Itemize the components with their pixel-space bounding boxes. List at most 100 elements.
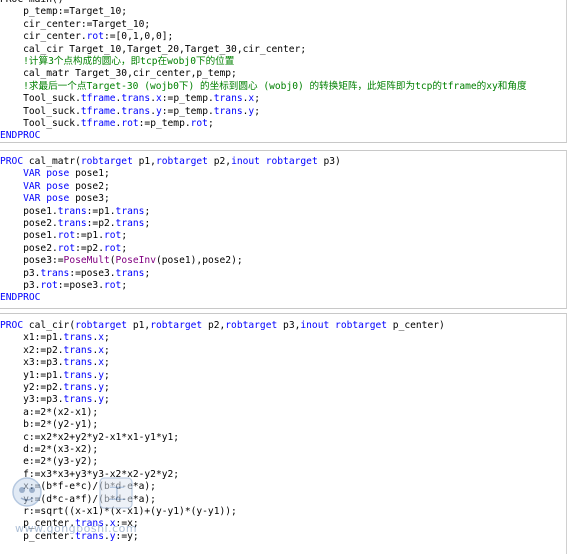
code-token: robtarget — [155, 156, 208, 167]
code-token: tframe — [80, 105, 116, 117]
code-token: pose2. — [0, 242, 58, 254]
code-token: rot — [121, 118, 139, 129]
code-line: VAR pose pose2; — [0, 181, 110, 193]
code-token: rot — [57, 230, 76, 242]
code-token: :=pose3. — [57, 280, 104, 291]
code-token: :=pose3. — [69, 267, 116, 279]
code-token: trans — [213, 105, 243, 117]
code-line: Tool_suck.tframe.trans.y:=p_temp.trans.y… — [0, 106, 260, 118]
code-token: VAR — [23, 180, 41, 192]
svg-text:工: 工 — [108, 484, 126, 505]
code-token: a:=2*(x2-x1); — [0, 406, 99, 418]
code-token: trans — [213, 93, 243, 105]
code-token: rot — [103, 280, 122, 291]
code-token: pose — [46, 193, 70, 205]
code-token: :=p2. — [75, 242, 104, 254]
code-token: :=p_temp. — [161, 93, 214, 105]
code-token: rot — [190, 118, 208, 129]
code-token: PROC — [0, 156, 24, 167]
code-token: inout — [300, 320, 330, 331]
code-token: cal_cir Target_10,Target_20,Target_30,ci… — [0, 43, 307, 55]
code-token: pose3:= — [0, 255, 64, 267]
code-line: VAR pose pose3; — [0, 193, 110, 205]
code-token: :=p1. — [75, 230, 104, 242]
code-token: Tool_suck. — [0, 118, 81, 129]
code-line: d:=2*(x3-x2); — [0, 444, 98, 456]
code-token: rot — [103, 242, 122, 254]
code-token: robtarget — [335, 320, 388, 331]
code-token: PoseMult — [63, 255, 110, 267]
code-token: p_center) — [387, 320, 445, 331]
code-token: trans — [63, 344, 93, 356]
code-line: pose1.rot:=p1.rot; — [0, 230, 127, 242]
code-token: cal_cir( — [23, 320, 76, 331]
code-line: PROC main() — [0, 0, 64, 6]
code-token: VAR — [23, 168, 41, 180]
code-line: cir_center.rot:=[0,1,0,0]; — [0, 31, 173, 43]
code-token: p3. — [0, 267, 41, 279]
code-token: ; — [104, 394, 110, 406]
code-token: ; — [121, 242, 128, 254]
code-token: cir_center. — [0, 31, 87, 43]
code-token: ; — [207, 118, 214, 129]
code-token: pose2. — [0, 218, 58, 229]
code-token: x3:=p3. — [0, 357, 64, 369]
code-line: x2:=p2.trans.x; — [0, 345, 110, 357]
code-token: trans — [63, 357, 93, 369]
code-line: p_temp:=Target_10; — [0, 6, 127, 18]
code-block-cal-matr: PROC cal_matr(robtarget p1,robtarget p2,… — [0, 150, 567, 309]
code-token: inout — [231, 156, 260, 167]
code-token: ; — [121, 280, 128, 291]
code-line: pose2.rot:=p2.rot; — [0, 243, 127, 255]
code-line: cir_center:=Target_10; — [0, 19, 150, 31]
code-token: p2, — [202, 320, 226, 331]
code-line: Tool_suck.tframe.rot:=p_temp.rot; — [0, 118, 214, 130]
code-token: robtarget — [80, 156, 133, 167]
watermark: 工 www.gongboshi.com — [5, 470, 195, 548]
code-token: robtarget — [75, 320, 128, 331]
code-token: x1:=p1. — [0, 332, 64, 344]
code-line: PROC cal_matr(robtarget p1,robtarget p2,… — [0, 156, 341, 168]
code-token: pose1. — [0, 205, 58, 217]
code-token: trans — [63, 369, 93, 381]
code-token: PROC main() — [0, 0, 64, 5]
code-token: ; — [104, 357, 110, 369]
watermark-text: www.gongboshi.com — [15, 522, 138, 535]
code-token: Tool_suck. — [0, 105, 81, 117]
code-line: !求最后一个点Target-30 (wojb0下) 的坐标到圆心 (wobj0)… — [0, 81, 527, 93]
code-token: p3) — [317, 156, 341, 167]
code-token: p1, — [127, 320, 151, 331]
code-token: rot — [40, 280, 58, 291]
code-token: y1:=p1. — [0, 369, 64, 381]
code-token: ; — [121, 230, 128, 242]
code-token: c:=x2*x2+y2*y2-x1*x1-y1*y1; — [0, 431, 180, 443]
code-token: trans — [115, 205, 145, 217]
code-token: PROC — [0, 320, 24, 331]
code-line: PROC cal_cir(robtarget p1,robtarget p2,r… — [0, 320, 445, 332]
code-token: trans — [115, 267, 145, 279]
code-line: pose3:=PoseMult(PoseInv(pose1),pose2); — [0, 255, 243, 267]
code-line: p3.rot:=pose3.rot; — [0, 280, 127, 292]
code-line: pose1.trans:=p1.trans; — [0, 206, 150, 218]
code-token: trans — [63, 382, 93, 393]
code-token: PoseInv — [115, 255, 156, 267]
code-token: :=p_temp. — [161, 105, 214, 117]
code-line: cal_matr Target_30,cir_center,p_temp; — [0, 68, 237, 80]
code-token: p3, — [277, 320, 301, 331]
code-line: b:=2*(y2-y1); — [0, 419, 98, 431]
code-token: VAR — [23, 193, 41, 205]
code-token: p1, — [132, 156, 156, 167]
code-token: robtarget — [225, 320, 278, 331]
code-line: a:=2*(x2-x1); — [0, 407, 98, 419]
code-token: trans — [115, 218, 145, 229]
code-token: trans — [63, 394, 93, 406]
code-token: !计算3个点构成的圆心，即tcp在wobj0下的位置 — [0, 56, 235, 67]
code-token: ; — [144, 218, 151, 229]
code-token: (pose1),pose2); — [155, 255, 243, 267]
code-block-main: PROC main() p_temp:=Target_10; cir_cente… — [0, 0, 567, 143]
code-token: p_temp:=Target_10; — [0, 6, 128, 18]
code-token: b:=2*(y2-y1); — [0, 419, 99, 431]
code-token: ; — [254, 93, 260, 105]
code-token: y3:=p3. — [0, 394, 64, 406]
